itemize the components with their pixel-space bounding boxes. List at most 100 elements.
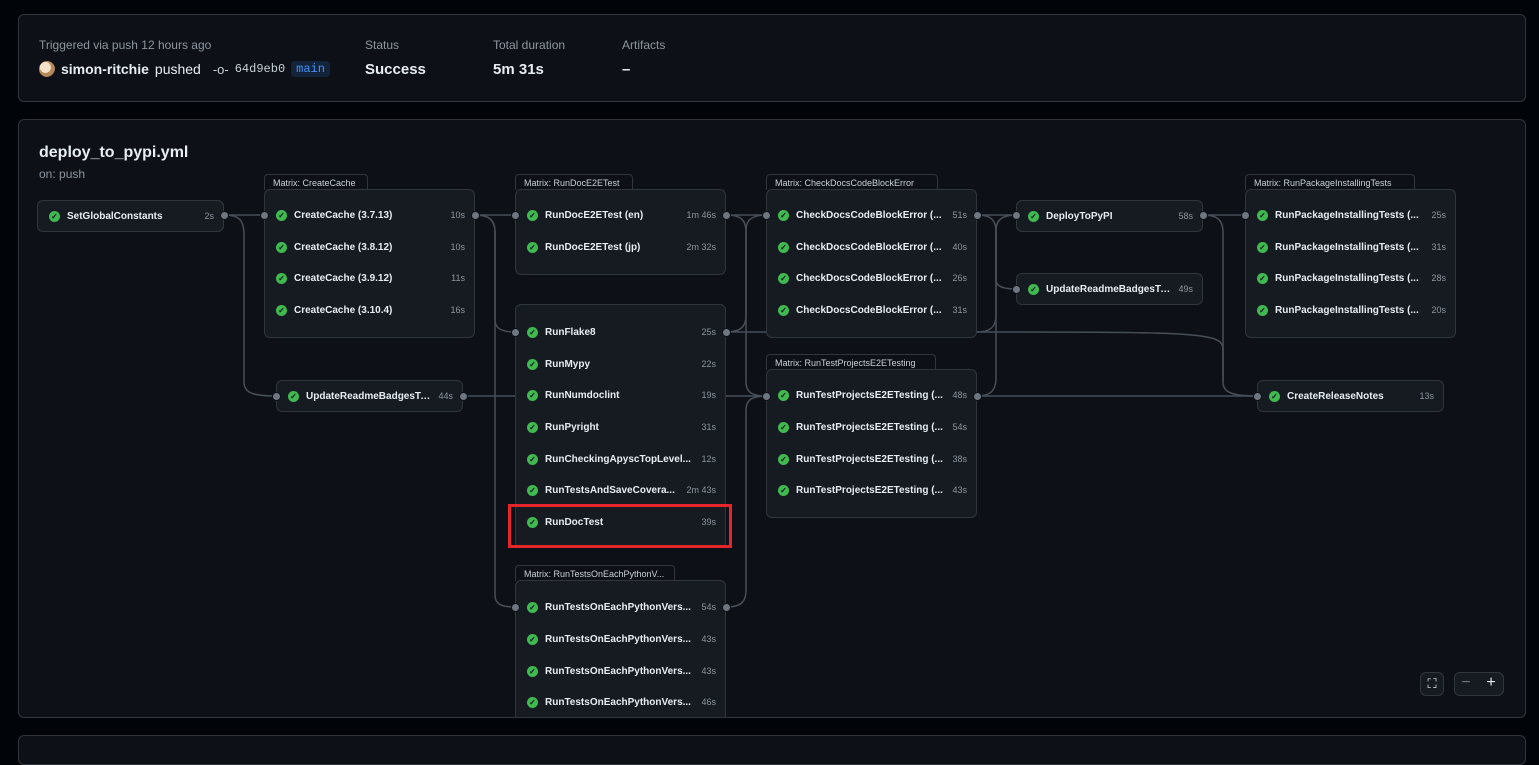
success-check-icon: ✓	[527, 241, 538, 253]
job-runtestsandsavecoverage[interactable]: ✓ RunTestsAndSaveCovera... 2m 43s	[515, 475, 726, 505]
job-runcheckingapysctoplevel[interactable]: ✓ RunCheckingApyscTopLevel... 12s	[515, 444, 726, 474]
success-check-icon: ✓	[778, 484, 789, 496]
job-deploytopypi[interactable]: ✓ DeployToPyPI 58s	[1016, 201, 1203, 231]
connector-dot	[459, 392, 468, 401]
job-checkdocscodeblockerror-1[interactable]: ✓ CheckDocsCodeBlockError (... 51s	[766, 200, 977, 230]
dependency-edge	[725, 214, 767, 333]
job-updatereadmebadgestoch[interactable]: ✓ UpdateReadmeBadgesToCh... 44s	[276, 381, 463, 411]
job-runpackageinstallingtests-3[interactable]: ✓ RunPackageInstallingTests (... 28s	[1245, 263, 1456, 293]
job-runpackageinstallingtests-4[interactable]: ✓ RunPackageInstallingTests (... 20s	[1245, 295, 1456, 325]
job-name: RunTestProjectsE2ETesting (...	[796, 453, 943, 465]
job-runmypy[interactable]: ✓ RunMypy 22s	[515, 349, 726, 379]
status-value: Success	[365, 61, 426, 78]
fullscreen-icon[interactable]: ⛶	[1420, 672, 1444, 696]
job-name: DeployToPyPI	[1046, 210, 1113, 222]
success-check-icon: ✓	[527, 633, 538, 645]
matrix-tab-checkdocscodeblockerror: Matrix: CheckDocsCodeBlockError	[766, 174, 938, 190]
job-runflake8[interactable]: ✓ RunFlake8 25s	[515, 317, 726, 347]
trigger-label: Triggered via push 12 hours ago	[39, 38, 212, 52]
job-createcache-3713[interactable]: ✓ CreateCache (3.7.13) 10s	[264, 200, 475, 230]
job-runpyright[interactable]: ✓ RunPyright 31s	[515, 412, 726, 442]
matrix-tab-createcache: Matrix: CreateCache	[264, 174, 368, 190]
job-name: CreateCache (3.8.12)	[294, 241, 393, 253]
success-check-icon: ✓	[276, 304, 287, 316]
job-runpackageinstallingtests-1[interactable]: ✓ RunPackageInstallingTests (... 25s	[1245, 200, 1456, 230]
success-check-icon: ✓	[1257, 241, 1268, 253]
job-runtestprojectse2etesting-2[interactable]: ✓ RunTestProjectsE2ETesting (... 54s	[766, 412, 977, 442]
job-runtestprojectse2etesting-1[interactable]: ✓ RunTestProjectsE2ETesting (... 48s	[766, 380, 977, 410]
job-checkdocscodeblockerror-4[interactable]: ✓ CheckDocsCodeBlockError (... 31s	[766, 295, 977, 325]
success-check-icon: ✓	[276, 241, 287, 253]
connector-dot	[511, 328, 520, 337]
job-checkdocscodeblockerror-3[interactable]: ✓ CheckDocsCodeBlockError (... 26s	[766, 263, 977, 293]
job-createcache-3104[interactable]: ✓ CreateCache (3.10.4) 16s	[264, 295, 475, 325]
trigger-info: simon-ritchie pushed -o- 64d9eb0 main	[39, 61, 330, 77]
job-duration: 44s	[438, 391, 453, 401]
matrix-tab-runpackageinstallingtests: Matrix: RunPackageInstallingTests	[1245, 174, 1415, 190]
run-summary-panel: Triggered via push 12 hours ago simon-ri…	[18, 14, 1526, 102]
job-name: UpdateReadmeBadgesToCh...	[306, 390, 435, 402]
connector-dot	[762, 211, 771, 220]
job-name: RunTestsOnEachPythonVers...	[545, 696, 691, 708]
job-name: RunFlake8	[545, 326, 596, 338]
job-name: CheckDocsCodeBlockError (...	[796, 241, 942, 253]
job-runtestsoneachpython-3[interactable]: ✓ RunTestsOnEachPythonVers... 43s	[515, 656, 726, 686]
job-duration: 2s	[204, 211, 214, 221]
job-duration: 19s	[701, 390, 716, 400]
job-duration: 20s	[1431, 305, 1446, 315]
success-check-icon: ✓	[527, 484, 538, 496]
job-setglobalconstants[interactable]: ✓ SetGlobalConstants 2s	[37, 201, 224, 231]
dependency-edge	[474, 214, 516, 608]
workflow-graph-panel: deploy_to_pypi.yml on: push ✓ SetGlobalCo…	[18, 119, 1526, 718]
success-check-icon: ✓	[1257, 272, 1268, 284]
dependency-edge	[1015, 331, 1224, 382]
job-name: RunTestsOnEachPythonVers...	[545, 665, 691, 677]
job-name: RunMypy	[545, 358, 590, 370]
job-name: SetGlobalConstants	[67, 210, 163, 222]
connector-dot	[220, 211, 229, 220]
job-duration: 10s	[450, 210, 465, 220]
job-runtestprojectse2etesting-3[interactable]: ✓ RunTestProjectsE2ETesting (... 38s	[766, 444, 977, 474]
job-rundoce2etest-en[interactable]: ✓ RunDocE2ETest (en) 1m 46s	[515, 200, 726, 230]
job-duration: 51s	[952, 210, 967, 220]
job-duration: 43s	[701, 634, 716, 644]
success-check-icon: ✓	[527, 665, 538, 677]
success-check-icon: ✓	[527, 358, 538, 370]
success-check-icon: ✓	[1257, 304, 1268, 316]
job-createcache-3912[interactable]: ✓ CreateCache (3.9.12) 11s	[264, 263, 475, 293]
job-duration: 46s	[701, 697, 716, 707]
commit-sha-link[interactable]: 64d9eb0	[235, 62, 285, 76]
connector-dot	[722, 603, 731, 612]
git-commit-icon: -o-	[212, 61, 229, 77]
avatar[interactable]	[39, 61, 55, 77]
job-duration: 16s	[450, 305, 465, 315]
job-runtestprojectse2etesting-4[interactable]: ✓ RunTestProjectsE2ETesting (... 43s	[766, 475, 977, 505]
job-createreleasenotes[interactable]: ✓ CreateReleaseNotes 13s	[1257, 381, 1444, 411]
job-runnumdoclint[interactable]: ✓ RunNumdoclint 19s	[515, 380, 726, 410]
success-check-icon: ✓	[49, 210, 60, 222]
minus-icon[interactable]: −	[1454, 672, 1478, 696]
connector-dot	[511, 603, 520, 612]
job-updatereadmebadgestopa[interactable]: ✓ UpdateReadmeBadgesToPa... 49s	[1016, 274, 1203, 304]
job-duration: 31s	[1431, 242, 1446, 252]
next-section-panel	[18, 735, 1526, 765]
success-check-icon: ✓	[1028, 210, 1039, 222]
plus-icon[interactable]: +	[1479, 672, 1503, 696]
job-checkdocscodeblockerror-2[interactable]: ✓ CheckDocsCodeBlockError (... 40s	[766, 232, 977, 262]
branch-badge[interactable]: main	[291, 61, 330, 77]
job-name: RunPackageInstallingTests (...	[1275, 209, 1419, 221]
job-name: RunPyright	[545, 421, 599, 433]
job-createcache-3812[interactable]: ✓ CreateCache (3.8.12) 10s	[264, 232, 475, 262]
success-check-icon: ✓	[527, 421, 538, 433]
job-name: RunCheckingApyscTopLevel...	[545, 453, 691, 465]
job-runtestsoneachpython-1[interactable]: ✓ RunTestsOnEachPythonVers... 54s	[515, 592, 726, 622]
connector-dot	[471, 211, 480, 220]
job-runtestsoneachpython-4[interactable]: ✓ RunTestsOnEachPythonVers... 46s	[515, 687, 726, 717]
job-name: RunNumdoclint	[545, 389, 620, 401]
job-runpackageinstallingtests-2[interactable]: ✓ RunPackageInstallingTests (... 31s	[1245, 232, 1456, 262]
job-runtestsoneachpython-2[interactable]: ✓ RunTestsOnEachPythonVers... 43s	[515, 624, 726, 654]
job-rundoce2etest-jp[interactable]: ✓ RunDocE2ETest (jp) 2m 32s	[515, 232, 726, 262]
dependency-edge	[725, 395, 767, 608]
connector-dot	[722, 328, 731, 337]
actor-link[interactable]: simon-ritchie	[61, 61, 149, 77]
